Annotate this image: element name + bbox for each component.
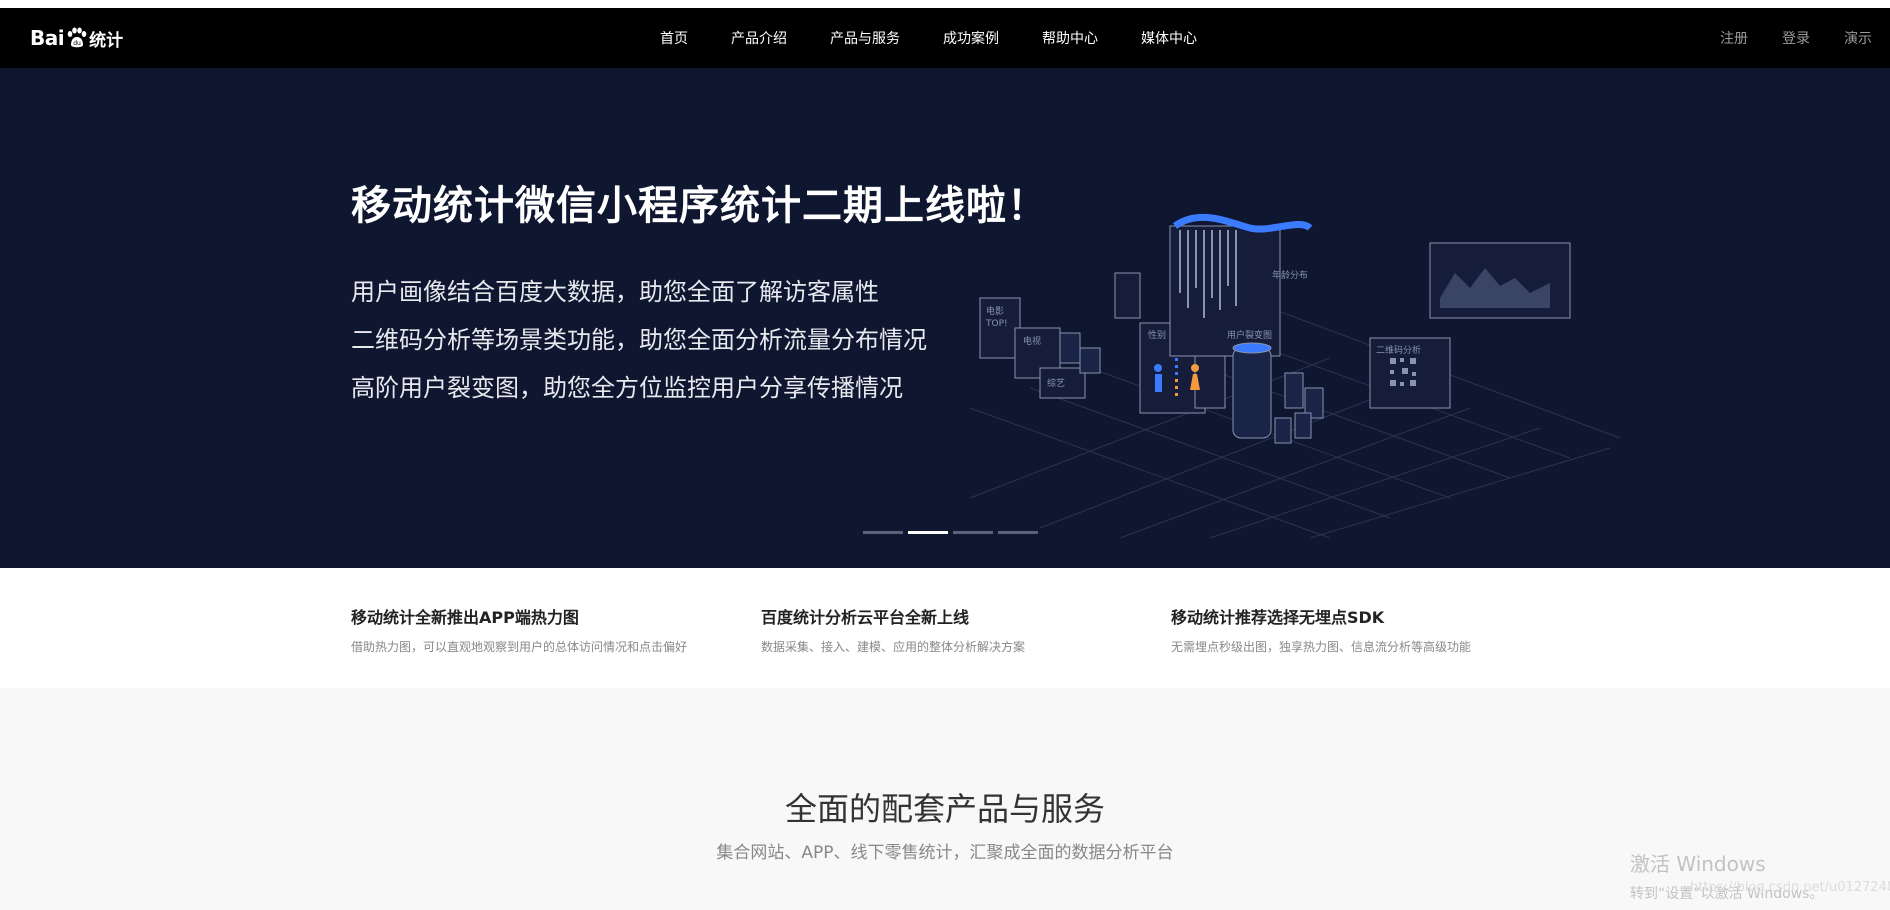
news-strip: 移动统计全新推出APP端热力图 借助热力图，可以直观地观察到用户的总体访问情况和…	[0, 568, 1890, 688]
label-age: 年龄分布	[1272, 269, 1308, 281]
hero-line-1: 用户画像结合百度大数据，助您全面了解访客属性	[351, 278, 879, 306]
nav-help-center[interactable]: 帮助中心	[1042, 28, 1098, 48]
news-title: 百度统计分析云平台全新上线	[761, 608, 970, 627]
label-variety: 综艺	[1047, 377, 1065, 389]
label-tv: 电视	[1023, 335, 1041, 347]
news-desc: 数据采集、接入、建模、应用的整体分析解决方案	[761, 640, 1026, 654]
login-link[interactable]: 登录	[1782, 28, 1810, 48]
label-movie: 电影	[986, 305, 1004, 317]
watermark-line-1: 激活 Windows	[1630, 852, 1766, 876]
section-title: 全面的配套产品与服务	[784, 790, 1105, 828]
svg-text:du: du	[73, 40, 81, 47]
nav-success-cases[interactable]: 成功案例	[943, 28, 999, 48]
nav-products-services[interactable]: 产品与服务	[830, 28, 900, 48]
carousel-dot-4[interactable]	[998, 531, 1038, 534]
csdn-url-watermark: https://blog.csdn.net/u012724888	[1690, 880, 1890, 895]
carousel-dot-1[interactable]	[863, 531, 903, 534]
hero-feature-lines: 用户画像结合百度大数据，助您全面了解访客属性 二维码分析等场景类功能，助您全面分…	[351, 268, 927, 412]
account-links: 注册 登录 演示	[1686, 8, 1872, 68]
register-link[interactable]: 注册	[1720, 28, 1748, 48]
carousel-indicators	[863, 531, 1043, 534]
hero-banner[interactable]: 移动统计微信小程序统计二期上线啦！ 用户画像结合百度大数据，助您全面了解访客属性…	[0, 68, 1890, 568]
news-item-heatmap[interactable]: 移动统计全新推出APP端热力图 借助热力图，可以直观地观察到用户的总体访问情况和…	[351, 604, 751, 655]
news-item-analysis-cloud[interactable]: 百度统计分析云平台全新上线 数据采集、接入、建模、应用的整体分析解决方案	[761, 604, 1161, 655]
baidu-tongji-logo[interactable]: Bai du 统计	[30, 20, 123, 56]
logo-text: Bai	[30, 26, 65, 50]
top-strip	[0, 0, 1890, 8]
nav-product-intro[interactable]: 产品介绍	[731, 28, 787, 48]
main-menu: 首页 产品介绍 产品与服务 成功案例 帮助中心 媒体中心	[660, 8, 1240, 68]
label-fission: 用户裂变图	[1227, 329, 1272, 341]
products-section: 全面的配套产品与服务 集合网站、APP、线下零售统计，汇聚成全面的数据分析平台	[0, 688, 1890, 910]
hero-line-2: 二维码分析等场景类功能，助您全面分析流量分布情况	[351, 326, 927, 354]
news-title: 移动统计全新推出APP端热力图	[351, 608, 579, 627]
carousel-dot-2[interactable]	[908, 531, 948, 534]
news-desc: 无需埋点秒级出图，独享热力图、信息流分析等高级功能	[1171, 640, 1472, 654]
nav-home[interactable]: 首页	[660, 28, 688, 48]
hero-title: 移动统计微信小程序统计二期上线啦！	[351, 183, 1048, 229]
news-item-sdk[interactable]: 移动统计推荐选择无埋点SDK 无需埋点秒级出图，独享热力图、信息流分析等高级功能	[1171, 604, 1571, 655]
news-title: 移动统计推荐选择无埋点SDK	[1171, 608, 1385, 627]
label-qrcode: 二维码分析	[1376, 344, 1421, 356]
news-desc: 借助热力图，可以直观地观察到用户的总体访问情况和点击偏好	[351, 640, 688, 654]
top-navbar: Bai du 统计 首页 产品介绍 产品与服务 成功案例 帮助中心 媒体中心 注…	[0, 8, 1890, 68]
label-top: TOP!	[985, 319, 1008, 329]
isometric-data-city-illustration: 电影 TOP! 电视 综艺 性别 年龄分布 二维码分析 用户裂变图	[969, 213, 1621, 538]
nav-media-center[interactable]: 媒体中心	[1141, 28, 1197, 48]
demo-link[interactable]: 演示	[1844, 28, 1872, 48]
carousel-dot-3[interactable]	[953, 531, 993, 534]
hero-line-3: 高阶用户裂变图，助您全方位监控用户分享传播情况	[351, 374, 903, 402]
logo-suffix: 统计	[89, 30, 124, 51]
baidu-paw-icon: du	[67, 27, 87, 48]
section-subtitle: 集合网站、APP、线下零售统计，汇聚成全面的数据分析平台	[716, 843, 1174, 863]
label-gender: 性别	[1148, 329, 1166, 341]
